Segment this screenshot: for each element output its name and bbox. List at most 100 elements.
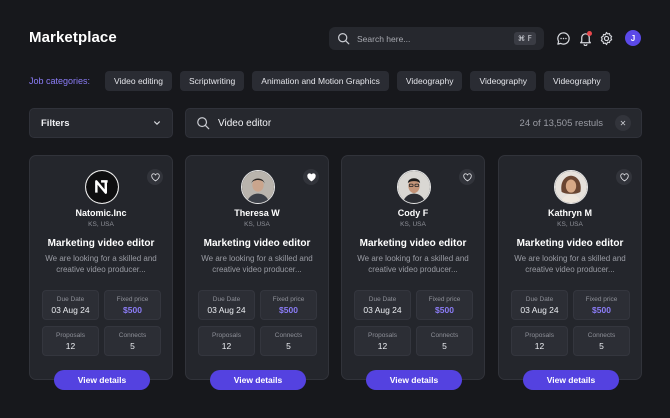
proposals-value: 12 [65, 340, 76, 351]
price-value: $500 [435, 304, 454, 315]
proposals-label: Proposals [525, 331, 554, 339]
due-date-box: Due Date 03 Aug 24 [198, 290, 255, 320]
view-details-button[interactable]: View details [210, 370, 306, 390]
job-card: Natomic.Inc KS, USA Marketing video edit… [29, 155, 173, 390]
due-date-value: 03 Aug 24 [51, 304, 90, 315]
connects-label: Connects [587, 331, 616, 339]
connects-label: Connects [274, 331, 303, 339]
due-date-label: Due Date [56, 295, 85, 303]
search-query: Video editor [218, 117, 272, 129]
client-name: Cody F [397, 208, 429, 218]
price-label: Fixed price [428, 295, 461, 303]
global-search-input[interactable]: Search here... ⌘ F [329, 27, 544, 50]
connects-box: Connects 5 [260, 326, 317, 356]
job-card: Theresa W KS, USA Marketing video editor… [185, 155, 329, 390]
results-count: 24 of 13,505 restuls [519, 117, 603, 129]
price-box: Fixed price $500 [104, 290, 161, 320]
price-box: Fixed price $500 [260, 290, 317, 320]
connects-label: Connects [430, 331, 459, 339]
proposals-box: Proposals 12 [42, 326, 99, 356]
connects-value: 5 [599, 340, 604, 351]
client-location: KS, USA [400, 221, 426, 228]
job-description: We are looking for a skilled and creativ… [45, 254, 157, 274]
filters-dropdown[interactable]: Filters [29, 108, 173, 138]
price-value: $500 [279, 304, 298, 315]
client-location: KS, USA [244, 221, 270, 228]
profile-photo [554, 170, 588, 204]
proposals-value: 12 [377, 340, 388, 351]
category-chip[interactable]: Videography [470, 71, 537, 91]
job-title: Marketing video editor [516, 238, 624, 249]
due-date-value: 03 Aug 24 [363, 304, 402, 315]
price-label: Fixed price [116, 295, 149, 303]
view-details-button[interactable]: View details [54, 370, 150, 390]
profile-photo [397, 170, 431, 204]
client-location: KS, USA [88, 221, 114, 228]
proposals-value: 12 [221, 340, 232, 351]
proposals-value: 12 [534, 340, 545, 351]
connects-value: 5 [130, 340, 135, 351]
due-date-label: Due Date [368, 295, 397, 303]
price-label: Fixed price [272, 295, 305, 303]
connects-value: 5 [442, 340, 447, 351]
heart-icon [462, 172, 472, 181]
price-box: Fixed price $500 [573, 290, 630, 320]
view-details-button[interactable]: View details [366, 370, 462, 390]
category-chip[interactable]: Scriptwriting [180, 71, 245, 91]
company-logo [85, 170, 119, 204]
heart-filled-icon [306, 172, 316, 181]
heart-icon [150, 172, 160, 181]
price-value: $500 [592, 304, 611, 315]
client-name: Kathryn M [547, 208, 592, 218]
category-chip[interactable]: Animation and Motion Graphics [252, 71, 389, 91]
favorite-button[interactable] [459, 169, 475, 185]
job-title: Marketing video editor [359, 238, 467, 249]
price-label: Fixed price [585, 295, 618, 303]
connects-box: Connects 5 [573, 326, 630, 356]
job-description: We are looking for a skilled and creativ… [514, 254, 626, 274]
due-date-box: Due Date 03 Aug 24 [42, 290, 99, 320]
due-date-value: 03 Aug 24 [207, 304, 246, 315]
job-card: Cody F KS, USA Marketing video editor We… [341, 155, 485, 390]
connects-box: Connects 5 [104, 326, 161, 356]
price-box: Fixed price $500 [416, 290, 473, 320]
job-search-input[interactable]: Video editor 24 of 13,505 restuls ✕ [185, 108, 642, 138]
keyboard-shortcut-badge: ⌘ F [513, 32, 536, 45]
favorite-button[interactable] [147, 169, 163, 185]
due-date-box: Due Date 03 Aug 24 [511, 290, 568, 320]
gear-icon[interactable] [599, 31, 614, 46]
favorite-button[interactable] [616, 169, 632, 185]
job-description: We are looking for a skilled and creativ… [201, 254, 313, 274]
view-details-button[interactable]: View details [523, 370, 619, 390]
proposals-label: Proposals [56, 331, 85, 339]
job-title: Marketing video editor [203, 238, 311, 249]
connects-label: Connects [118, 331, 147, 339]
search-icon [338, 33, 350, 45]
category-chip[interactable]: Videography [544, 71, 610, 91]
search-icon [197, 117, 210, 130]
category-chip[interactable]: Videography [396, 71, 463, 91]
categories-label: Job categories: [29, 76, 91, 86]
favorite-button[interactable] [303, 169, 319, 185]
proposals-label: Proposals [212, 331, 241, 339]
notification-badge [587, 31, 592, 36]
profile-photo [241, 170, 275, 204]
category-chips: Video editing Scriptwriting Animation an… [105, 71, 610, 91]
proposals-label: Proposals [368, 331, 397, 339]
client-location: KS, USA [557, 221, 583, 228]
close-icon[interactable]: ✕ [615, 115, 631, 131]
chevron-down-icon [154, 121, 160, 125]
due-date-box: Due Date 03 Aug 24 [354, 290, 411, 320]
connects-box: Connects 5 [416, 326, 473, 356]
heart-icon [619, 172, 629, 181]
due-date-value: 03 Aug 24 [520, 304, 559, 315]
user-avatar[interactable]: J [625, 30, 641, 46]
connects-value: 5 [286, 340, 291, 351]
client-name: Natomic.Inc [75, 208, 127, 218]
job-card: Kathryn M KS, USA Marketing video editor… [498, 155, 642, 390]
job-title: Marketing video editor [47, 238, 155, 249]
category-chip[interactable]: Video editing [105, 71, 172, 91]
due-date-label: Due Date [212, 295, 241, 303]
chat-icon[interactable] [556, 31, 571, 46]
client-name: Theresa W [234, 208, 280, 218]
